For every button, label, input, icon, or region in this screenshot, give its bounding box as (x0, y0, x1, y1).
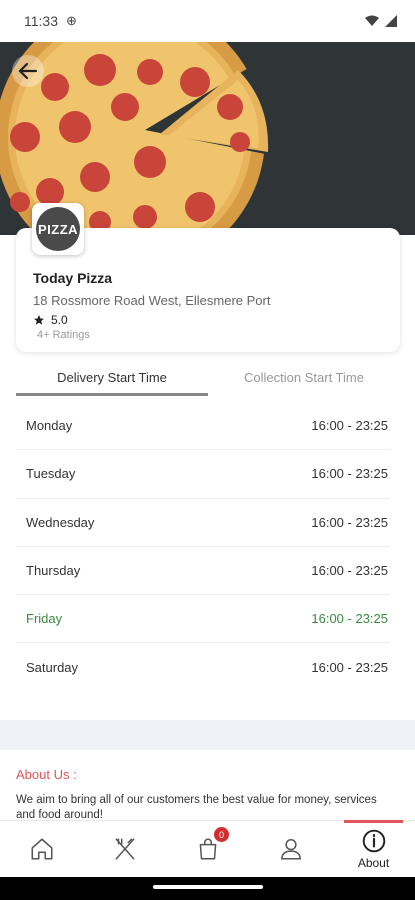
bottom-navigation: 0 About (0, 820, 415, 877)
system-navigation-bar (0, 877, 415, 900)
schedule-hours: 16:00 - 23:25 (311, 466, 388, 482)
nav-account[interactable] (249, 821, 332, 877)
wifi-icon (365, 15, 379, 26)
schedule-day: Monday (26, 418, 73, 434)
nav-cart[interactable]: 0 (166, 821, 249, 877)
schedule-hours: 16:00 - 23:25 (311, 418, 388, 434)
back-button[interactable] (12, 55, 44, 87)
status-notification-icon: ⊕ (66, 13, 77, 28)
restaurant-address: 18 Rossmore Road West, Ellesmere Port (33, 293, 271, 308)
about-text: We aim to bring all of our customers the… (16, 794, 377, 821)
schedule-hours: 16:00 - 23:25 (311, 514, 388, 530)
star-icon (34, 315, 44, 325)
schedule-row-today: Friday 16:00 - 23:25 (16, 595, 390, 644)
nav-about-label: About (357, 856, 390, 870)
schedule-hours: 16:00 - 23:25 (311, 611, 388, 627)
ratings-count: 4+ Ratings (37, 329, 90, 341)
schedule-list: Monday 16:00 - 23:25 Tuesday 16:00 - 23:25… (16, 402, 390, 692)
restaurant-logo: PIZZA (32, 203, 84, 255)
schedule-row: Monday 16:00 - 23:25 (16, 402, 390, 451)
user-icon (280, 839, 301, 860)
tab-delivery-start-time[interactable]: Delivery Start Time (16, 362, 208, 396)
schedule-tabs: Delivery Start Time Collection Start Tim… (16, 362, 400, 396)
about-title: About Us : (16, 767, 77, 782)
schedule-day: Wednesday (26, 514, 95, 530)
arrow-left-icon (18, 62, 38, 80)
schedule-day: Friday (26, 611, 63, 627)
schedule-row: Thursday 16:00 - 23:25 (16, 547, 390, 596)
section-divider (0, 720, 415, 750)
cart-count-badge: 0 (214, 827, 229, 842)
schedule-day: Tuesday (26, 466, 76, 482)
home-gesture-pill[interactable] (153, 885, 263, 889)
tab-collection-start-time[interactable]: Collection Start Time (208, 362, 400, 396)
signal-icon (385, 15, 397, 27)
schedule-day: Saturday (26, 660, 79, 676)
info-icon (362, 829, 385, 853)
schedule-hours: 16:00 - 23:25 (311, 563, 388, 579)
schedule-day: Thursday (26, 563, 81, 579)
schedule-row: Tuesday 16:00 - 23:25 (16, 450, 390, 499)
status-bar: 11:33 ⊕ (0, 0, 415, 42)
restaurant-logo-mark: PIZZA (36, 207, 80, 251)
home-icon (30, 838, 53, 860)
nav-about[interactable]: About (332, 820, 415, 877)
fork-knife-icon (115, 838, 134, 860)
status-time: 11:33 (24, 13, 58, 29)
restaurant-name: Today Pizza (33, 270, 113, 286)
schedule-hours: 16:00 - 23:25 (311, 660, 388, 676)
rating-value: 5.0 (51, 313, 68, 327)
rating: 5.0 (33, 313, 68, 327)
nav-menu[interactable] (83, 821, 166, 877)
schedule-row: Saturday 16:00 - 23:25 (16, 643, 390, 691)
nav-home[interactable] (0, 821, 83, 877)
schedule-row: Wednesday 16:00 - 23:25 (16, 499, 390, 547)
